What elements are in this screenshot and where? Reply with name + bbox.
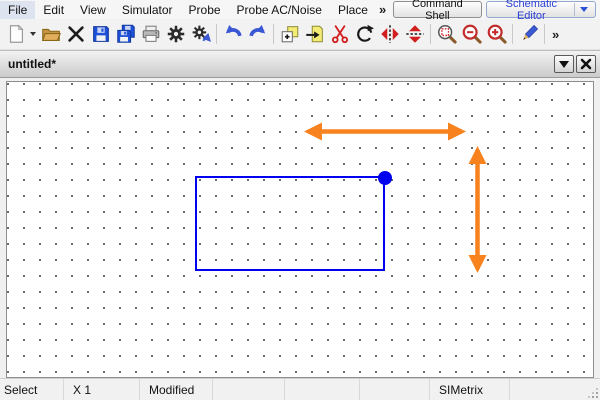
document-title: untitled* (8, 57, 56, 71)
flip-vertical-icon (404, 23, 426, 45)
save-all-button[interactable] (113, 21, 138, 48)
gear-run-icon (190, 23, 212, 45)
save-button[interactable] (88, 21, 113, 48)
chevron-down-icon (559, 61, 569, 68)
status-empty-2 (285, 379, 360, 400)
print-icon (140, 23, 162, 45)
flip-horizontal-icon (379, 23, 401, 45)
cut-button[interactable] (327, 21, 352, 48)
toolbar-separator (544, 24, 545, 44)
toolbar: » (0, 19, 600, 50)
zoom-out-icon (461, 23, 483, 45)
open-folder-icon (40, 23, 62, 45)
flip-horizontal-button[interactable] (377, 21, 402, 48)
schematic-drawing (7, 82, 593, 377)
schematic-rectangle[interactable] (196, 177, 384, 270)
copy-icon (279, 23, 301, 45)
toolbar-separator (512, 24, 513, 44)
status-empty-4 (510, 379, 600, 400)
menu-file[interactable]: File (0, 1, 35, 19)
menu-overflow-chevron-icon[interactable]: » (376, 2, 389, 17)
redo-button[interactable] (245, 21, 270, 48)
status-empty-1 (213, 379, 285, 400)
status-mode: Select (0, 379, 64, 400)
toolbar-separator (430, 24, 431, 44)
save-icon (90, 23, 112, 45)
status-empty-3 (360, 379, 430, 400)
run-gear-button[interactable] (188, 21, 213, 48)
toolbar-overflow-chevron-icon[interactable]: » (548, 27, 561, 42)
paste-icon (304, 23, 326, 45)
rotate-button[interactable] (352, 21, 377, 48)
close-icon (65, 23, 87, 45)
menu-bar: File Edit View Simulator Probe Probe AC/… (0, 0, 600, 19)
button-divider (574, 3, 575, 16)
resize-grip[interactable] (596, 396, 598, 398)
menu-view[interactable]: View (72, 1, 114, 19)
print-button[interactable] (138, 21, 163, 48)
command-shell-button[interactable]: Command Shell (393, 1, 481, 18)
zoom-area-icon (436, 23, 458, 45)
pencil-icon (518, 23, 540, 45)
undo-icon (222, 23, 244, 45)
menu-edit[interactable]: Edit (35, 1, 72, 19)
new-document-icon (5, 23, 27, 45)
open-button[interactable] (38, 21, 63, 48)
rotate-icon (354, 23, 376, 45)
new-schematic-button[interactable] (3, 21, 28, 48)
flip-vertical-button[interactable] (402, 21, 427, 48)
menu-probe-ac-noise[interactable]: Probe AC/Noise (229, 1, 330, 19)
schematic-editor-button[interactable]: Schematic Editor (486, 1, 596, 18)
menu-bar-right: » Command Shell Schematic Editor (376, 1, 598, 18)
close-icon (580, 58, 592, 70)
status-bar: Select X 1 Modified SIMetrix (0, 378, 600, 400)
settings-gear-button[interactable] (163, 21, 188, 48)
zoom-out-button[interactable] (459, 21, 484, 48)
schematic-canvas[interactable] (6, 81, 594, 378)
status-modified: Modified (140, 379, 213, 400)
paste-button[interactable] (302, 21, 327, 48)
gear-icon (165, 23, 187, 45)
menu-place[interactable]: Place (330, 1, 376, 19)
tab-close-button[interactable] (576, 55, 596, 73)
status-app-name: SIMetrix (430, 379, 510, 400)
close-file-button[interactable] (63, 21, 88, 48)
document-tab-bar: untitled* (0, 50, 600, 78)
menu-probe[interactable]: Probe (181, 1, 229, 19)
redo-icon (247, 23, 269, 45)
toolbar-separator (273, 24, 274, 44)
toolbar-separator (216, 24, 217, 44)
new-schematic-dropdown[interactable] (28, 21, 38, 48)
simetrix-window: File Edit View Simulator Probe Probe AC/… (0, 0, 600, 400)
copy-button[interactable] (277, 21, 302, 48)
scissors-icon (329, 23, 351, 45)
tab-list-dropdown-button[interactable] (554, 55, 574, 73)
save-all-icon (115, 23, 137, 45)
zoom-in-icon (486, 23, 508, 45)
menu-simulator[interactable]: Simulator (114, 1, 181, 19)
chevron-down-icon (580, 7, 588, 12)
status-zoom-level: X 1 (64, 379, 140, 400)
annotate-pencil-button[interactable] (516, 21, 541, 48)
zoom-in-button[interactable] (484, 21, 509, 48)
zoom-area-button[interactable] (434, 21, 459, 48)
undo-button[interactable] (220, 21, 245, 48)
junction-dot[interactable] (378, 171, 392, 185)
tab-buttons (554, 55, 596, 73)
